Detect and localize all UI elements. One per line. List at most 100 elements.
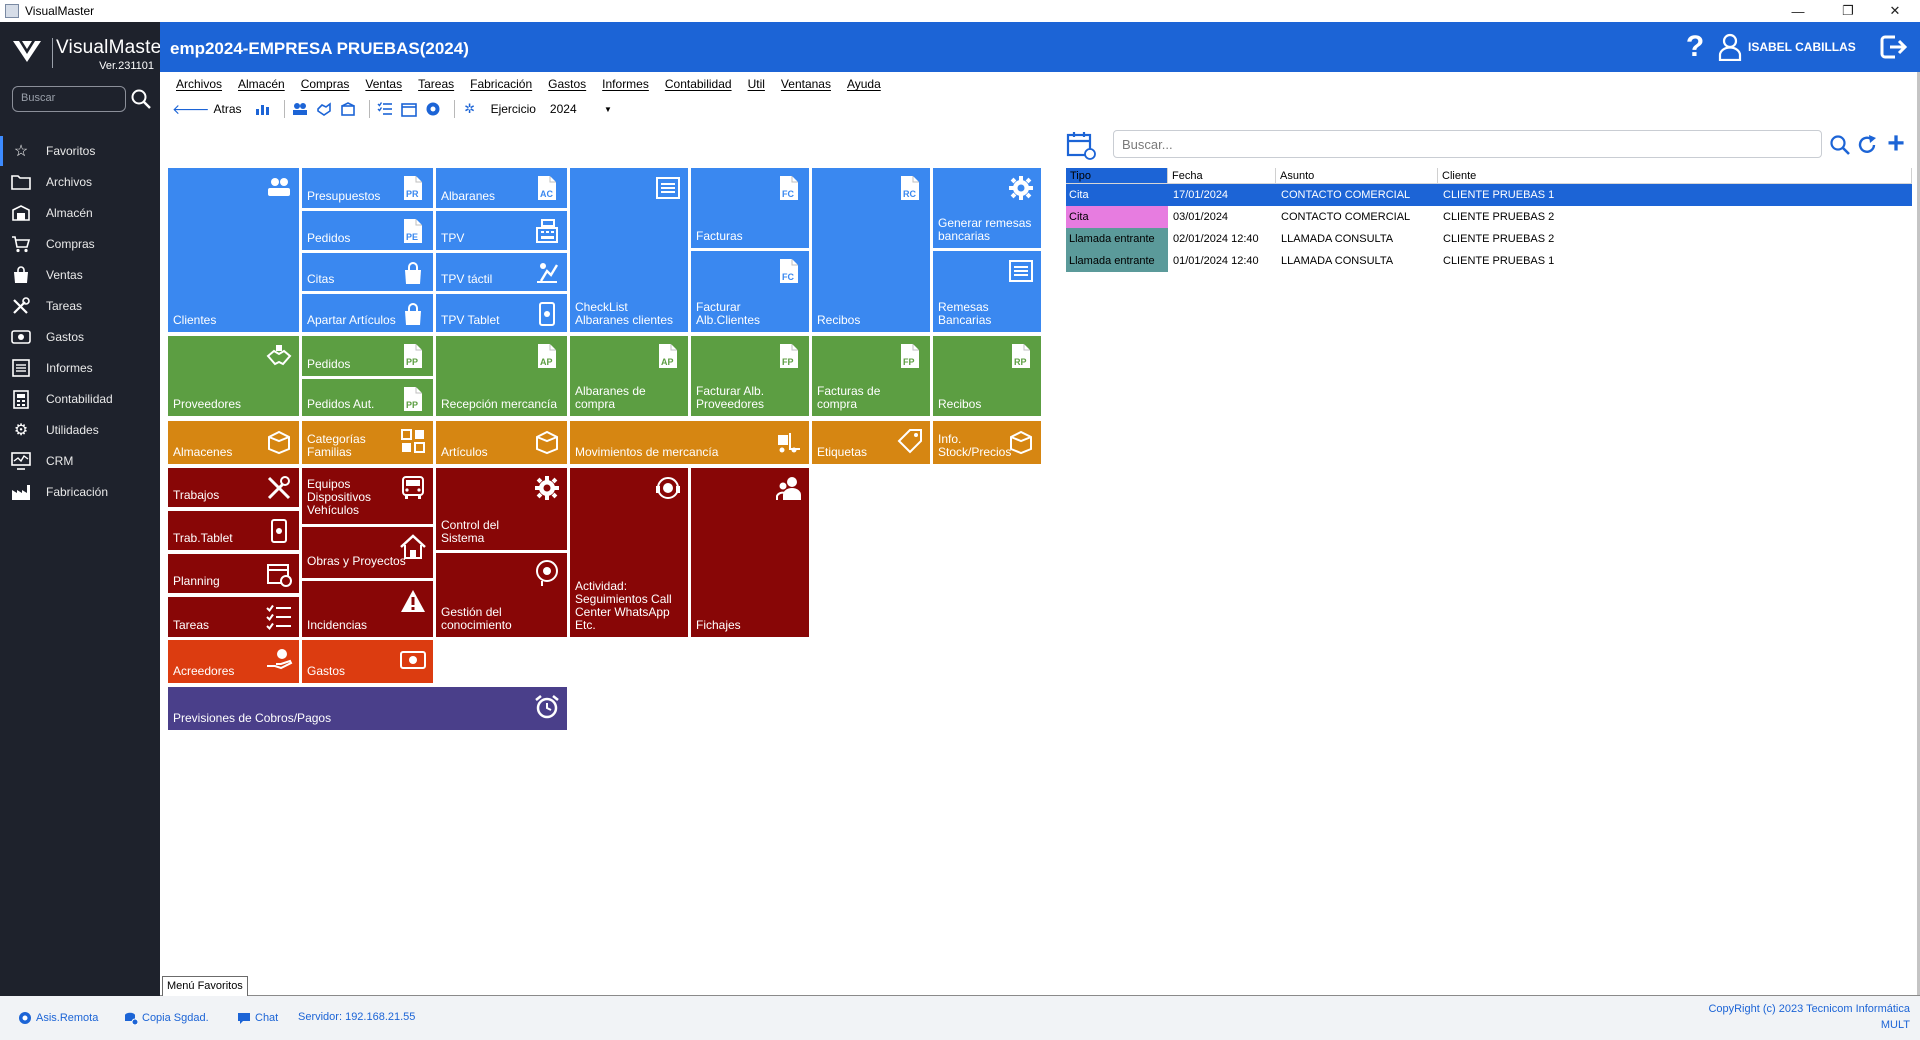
tile-clientes[interactable]: Clientes [168, 168, 299, 332]
tile-presupuestos[interactable]: PR Presupuestos [302, 168, 433, 208]
tile-fichajes[interactable]: Fichajes [691, 468, 809, 637]
menu-ayuda[interactable]: Ayuda [847, 77, 881, 91]
agenda-search-input[interactable]: Buscar... [1113, 130, 1822, 158]
tile-categorias-familias[interactable]: Categorías Familias [302, 421, 433, 464]
menu-almacen[interactable]: Almacén [238, 77, 285, 91]
search-icon[interactable] [130, 88, 152, 110]
sidebar-item-tareas[interactable]: Tareas [0, 291, 160, 321]
menu-fabricacion[interactable]: Fabricación [470, 77, 532, 91]
tile-acreedores[interactable]: Acreedores [168, 640, 299, 683]
tile-gastos[interactable]: Gastos [302, 640, 433, 683]
close-button[interactable]: ✕ [1872, 0, 1918, 22]
restore-button[interactable]: ❐ [1825, 0, 1871, 22]
chat-link[interactable]: Chat [237, 1011, 278, 1025]
tile-articulos[interactable]: Artículos [436, 421, 567, 464]
tile-recepcion-mercancia[interactable]: AP Recepción mercancía [436, 336, 567, 416]
menu-archivos[interactable]: Archivos [176, 77, 222, 91]
tile-facturas[interactable]: FC Facturas [691, 168, 809, 248]
tile-info-stock-precios[interactable]: Info. Stock/Precios [933, 421, 1041, 464]
tile-actividad[interactable]: Actividad: Seguimientos Call Center What… [570, 468, 688, 637]
sidebar-search-input[interactable]: Buscar [12, 86, 126, 112]
handshake-icon[interactable] [315, 100, 333, 118]
ejercicio-select[interactable]: 2024 ▼ [546, 99, 616, 119]
tile-obras-proyectos[interactable]: Obras y Proyectos [302, 527, 433, 578]
column-header-cliente[interactable]: Cliente [1438, 168, 1912, 183]
tile-trab-tablet[interactable]: Trab.Tablet [168, 511, 299, 550]
backup-link[interactable]: Copia Sgdad. [124, 1011, 209, 1025]
refresh-icon[interactable] [1856, 134, 1878, 156]
tile-control-sistema[interactable]: Control del Sistema [436, 468, 567, 550]
tab-menu-favoritos[interactable]: Menú Favoritos [162, 976, 248, 996]
tile-checklist-albaranes[interactable]: CheckList Albaranes clientes [570, 168, 688, 332]
tile-citas[interactable]: Citas [302, 253, 433, 291]
support-icon[interactable] [424, 100, 442, 118]
tile-facturar-alb-proveedores[interactable]: FP Facturar Alb. Proveedores [691, 336, 809, 416]
tile-tareas[interactable]: Tareas [168, 597, 299, 637]
tile-trabajos[interactable]: Trabajos [168, 468, 299, 507]
tile-facturar-alb-clientes[interactable]: FC Facturar Alb.Clientes [691, 251, 809, 332]
tile-movimientos-mercancia[interactable]: Movimientos de mercancía [570, 421, 809, 464]
menu-gastos[interactable]: Gastos [548, 77, 586, 91]
customers-icon[interactable] [291, 100, 309, 118]
chart-icon[interactable] [254, 100, 272, 118]
menu-tareas[interactable]: Tareas [418, 77, 454, 91]
table-row[interactable]: Llamada entrante 02/01/2024 12:40 LLAMAD… [1066, 228, 1912, 250]
calendar-icon[interactable] [400, 100, 418, 118]
tile-remesas-bancarias[interactable]: Remesas Bancarias [933, 251, 1041, 332]
tile-etiquetas[interactable]: Etiquetas [812, 421, 930, 464]
help-button[interactable]: ? [1680, 30, 1710, 64]
tile-tpv-tablet[interactable]: TPV Tablet [436, 294, 567, 332]
sidebar-item-favoritos[interactable]: ☆ Favoritos [0, 136, 160, 166]
tile-tpv-tactil[interactable]: TPV táctil [436, 253, 567, 291]
box-icon[interactable] [339, 100, 357, 118]
tile-gestion-conocimiento[interactable]: Gestión del conocimiento [436, 553, 567, 637]
column-header-tipo[interactable]: Tipo [1066, 168, 1168, 183]
search-icon[interactable] [1829, 134, 1851, 156]
tile-pedidos-aut[interactable]: PP Pedidos Aut. [302, 379, 433, 416]
sidebar-item-contabilidad[interactable]: Contabilidad [0, 384, 160, 414]
tile-pedidos-compras[interactable]: PP Pedidos [302, 336, 433, 376]
tile-pedidos-ventas[interactable]: PE Pedidos [302, 211, 433, 250]
back-button[interactable]: 🡐 Atras [172, 101, 242, 118]
menu-ventanas[interactable]: Ventanas [781, 77, 831, 91]
tile-previsiones[interactable]: Previsiones de Cobros/Pagos [168, 687, 567, 730]
sidebar-item-ventas[interactable]: Ventas [0, 260, 160, 290]
sidebar-item-utilidades[interactable]: ⚙ Utilidades [0, 415, 160, 445]
tile-recibos-ventas[interactable]: RC Recibos [812, 168, 930, 332]
minimize-button[interactable]: — [1775, 0, 1821, 22]
sidebar-item-gastos[interactable]: Gastos [0, 322, 160, 352]
menu-ventas[interactable]: Ventas [365, 77, 402, 91]
tasks-icon[interactable] [376, 100, 394, 118]
table-row[interactable]: Llamada entrante 01/01/2024 12:40 LLAMAD… [1066, 250, 1912, 272]
table-row[interactable]: Cita 03/01/2024 CONTACTO COMERCIAL CLIEN… [1066, 206, 1912, 228]
tile-planning[interactable]: Planning [168, 554, 299, 593]
sidebar-item-crm[interactable]: CRM [0, 446, 160, 476]
add-icon[interactable]: + [1883, 129, 1909, 159]
sidebar-item-compras[interactable]: Compras [0, 229, 160, 259]
tile-albaranes-compra[interactable]: AP Albaranes de compra [570, 336, 688, 416]
menu-compras[interactable]: Compras [301, 77, 350, 91]
tile-equipos[interactable]: Equipos Dispositivos Vehículos [302, 468, 433, 524]
menu-informes[interactable]: Informes [602, 77, 649, 91]
remote-assist-link[interactable]: Asis.Remota [18, 1011, 98, 1025]
column-header-fecha[interactable]: Fecha [1168, 168, 1276, 183]
column-header-asunto[interactable]: Asunto [1276, 168, 1438, 183]
table-row[interactable]: Cita 17/01/2024 CONTACTO COMERCIAL CLIEN… [1066, 184, 1912, 206]
sidebar-item-archivos[interactable]: Archivos [0, 167, 160, 197]
tile-proveedores[interactable]: Proveedores [168, 336, 299, 416]
sidebar-item-informes[interactable]: Informes [0, 353, 160, 383]
sidebar-item-fabricacion[interactable]: Fabricación [0, 477, 160, 507]
tile-facturas-compra[interactable]: FP Facturas de compra [812, 336, 930, 416]
settings-icon[interactable]: ✲ [461, 100, 479, 118]
tile-almacenes[interactable]: Almacenes [168, 421, 299, 464]
user-menu[interactable]: ISABEL CABILLAS [1718, 32, 1856, 62]
tile-tpv[interactable]: TPV [436, 211, 567, 250]
logout-icon[interactable] [1878, 32, 1908, 62]
menu-util[interactable]: Util [748, 77, 765, 91]
tile-generar-remesas[interactable]: Generar remesas bancarias [933, 168, 1041, 248]
tile-apartar-articulos[interactable]: Apartar Artículos [302, 294, 433, 332]
menu-contabilidad[interactable]: Contabilidad [665, 77, 732, 91]
tile-recibos-compras[interactable]: RP Recibos [933, 336, 1041, 416]
sidebar-item-almacen[interactable]: Almacén [0, 198, 160, 228]
tile-incidencias[interactable]: Incidencias [302, 581, 433, 637]
